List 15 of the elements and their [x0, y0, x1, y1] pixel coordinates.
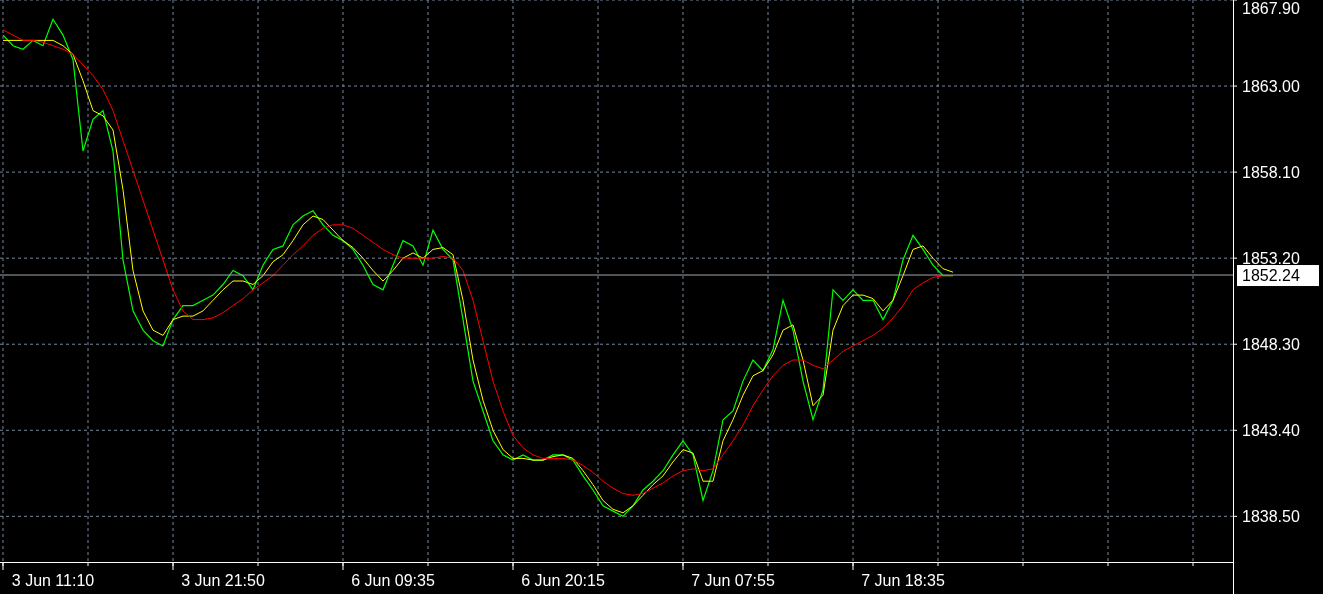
time-axis-label: 6 Jun 20:15: [521, 572, 605, 589]
price-axis-label: 1848.30: [1242, 336, 1300, 354]
time-axis-label: 7 Jun 07:55: [691, 572, 775, 589]
time-axis-label: 3 Jun 21:50: [181, 572, 265, 589]
price-axis-label: 1853.20: [1242, 250, 1300, 268]
price-axis-label: 1858.10: [1242, 164, 1300, 182]
price-axis-label: 1843.40: [1242, 422, 1300, 440]
current-price-label: 1852.24: [1237, 265, 1319, 287]
time-axis-label: 6 Jun 09:35: [351, 572, 435, 589]
price-axis-label: 1867.90: [1242, 0, 1300, 17]
time-axis-label: 3 Jun 11:10: [11, 572, 95, 589]
price-axis-label: 1838.50: [1242, 508, 1300, 526]
time-axis-label: 7 Jun 18:35: [861, 572, 945, 589]
ref-line-label: 1852.24: [1242, 267, 1300, 285]
price-axis-label: 1863.00: [1242, 78, 1300, 96]
